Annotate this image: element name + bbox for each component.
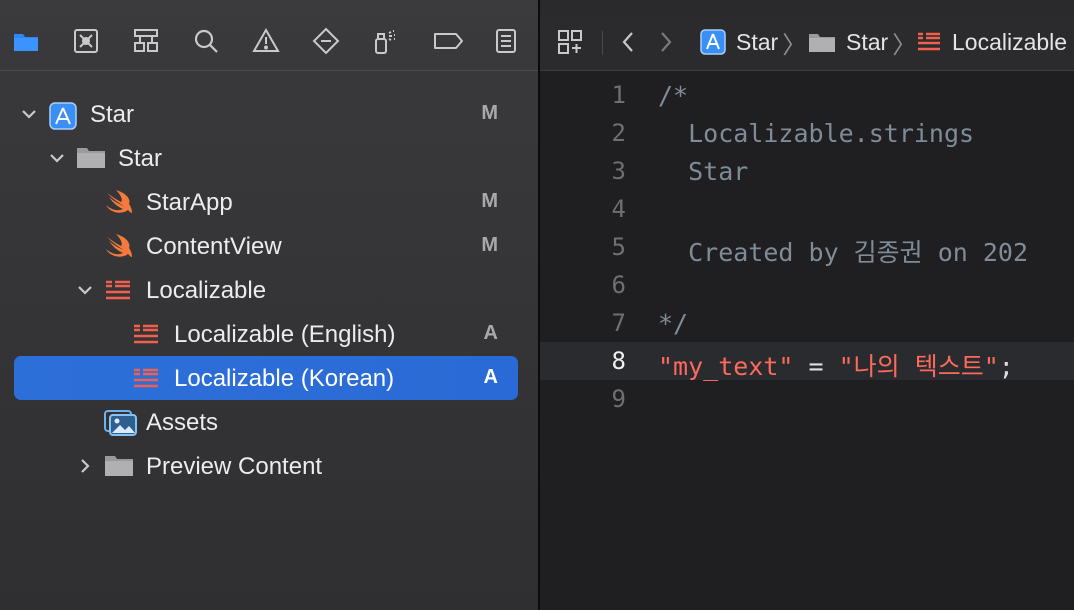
forward-chevron-icon[interactable]: [656, 28, 676, 56]
line-number: 4: [611, 195, 626, 223]
scm-status-badge: M: [481, 234, 498, 256]
tree-row-assets[interactable]: Assets: [14, 400, 518, 444]
tree-row-label: StarApp: [146, 189, 233, 216]
assign-operator: =: [793, 352, 839, 381]
line-number: 9: [611, 385, 626, 413]
line-number: 8: [611, 347, 626, 375]
semicolon: ;: [998, 352, 1014, 381]
issue-warning-icon[interactable]: [251, 26, 281, 56]
find-magnifier-icon[interactable]: [191, 26, 221, 56]
scm-status-badge: A: [483, 322, 498, 344]
tree-row-localizable[interactable]: Localizable: [14, 268, 518, 312]
xcode-project-icon: [700, 29, 726, 55]
chevron-down-icon[interactable]: [76, 281, 94, 299]
breadcrumb-chevron-icon: 〉: [782, 31, 807, 59]
code-line[interactable]: 1 /*: [540, 76, 1074, 114]
breadcrumb-file-label: Localizable: [952, 28, 1068, 55]
scm-status-badge: A: [483, 366, 498, 388]
tree-row-label: ContentView: [146, 233, 282, 260]
line-number: 7: [611, 309, 626, 337]
project-navigator-folder-icon[interactable]: [11, 26, 41, 56]
string-key: "my_text": [658, 352, 794, 381]
line-number: 1: [611, 81, 626, 109]
breadcrumb-chevron-icon: 〉: [892, 31, 917, 59]
tree-row-label: Localizable: [146, 277, 267, 304]
asset-catalog-icon: [104, 409, 137, 436]
tree-row-label: Star: [90, 101, 135, 128]
report-list-icon[interactable]: [491, 26, 521, 56]
line-number: 2: [611, 119, 626, 147]
tree-row-label: Localizable (Korean): [174, 365, 395, 392]
scm-status-badge: M: [481, 102, 498, 124]
tree-row-star[interactable]: Star: [14, 136, 518, 180]
tree-row-localizable-korean[interactable]: Localizable (Korean) A: [14, 356, 518, 400]
tree-row-star[interactable]: Star M: [14, 92, 518, 136]
code-comment: /*: [658, 81, 689, 110]
source-editor: Star 〉 Star 〉 Localizable 1 /* 2 Localizab…: [540, 0, 1074, 610]
back-chevron-icon[interactable]: [618, 28, 638, 56]
tree-row-starapp[interactable]: StarApp M: [14, 180, 518, 224]
swift-icon: [104, 189, 134, 215]
line-number: 6: [611, 271, 626, 299]
chevron-right-icon[interactable]: [76, 457, 94, 475]
tree-row-localizable-english[interactable]: Localizable (English) A: [14, 312, 518, 356]
chevron-down-icon[interactable]: [20, 105, 38, 123]
strings-file-icon: [104, 277, 134, 303]
code-line[interactable]: 4: [540, 190, 1074, 228]
code-comment: */: [658, 309, 689, 338]
folder-icon: [76, 145, 106, 171]
code-line[interactable]: 9: [540, 380, 1074, 418]
tree-row-label: Assets: [146, 409, 219, 436]
symbol-hierarchy-icon[interactable]: [131, 26, 161, 56]
navigator-top-strip: [0, 0, 538, 14]
tree-row-contentview[interactable]: ContentView M: [14, 224, 518, 268]
strings-file-icon: [918, 32, 940, 51]
folder-icon: [104, 453, 134, 479]
tree-row-label: Localizable (English): [174, 321, 396, 348]
code-line[interactable]: 6: [540, 266, 1074, 304]
breadcrumb-group-label: Star: [846, 28, 889, 55]
breadcrumb-project[interactable]: Star 〉: [700, 28, 806, 59]
chevron-down-icon[interactable]: [48, 149, 66, 167]
test-diamond-icon[interactable]: [311, 26, 341, 56]
breadcrumb-file[interactable]: Localizable: [916, 28, 1067, 56]
scm-status-badge: M: [481, 190, 498, 212]
code-line[interactable]: 5 Created by 김종권 on 202: [540, 228, 1074, 267]
debug-spray-icon[interactable]: [371, 26, 401, 56]
code-comment: Created by 김종권 on 202: [658, 238, 1029, 267]
code-line[interactable]: 8 "my_text" = "나의 텍스트";: [540, 342, 1074, 383]
tree-row-label: Preview Content: [146, 453, 323, 480]
code-line[interactable]: 2 Localizable.strings: [540, 114, 1074, 152]
navigator-tab-bar: [0, 14, 538, 71]
breakpoint-tag-icon[interactable]: [431, 26, 465, 56]
breadcrumb-group[interactable]: Star 〉: [808, 28, 916, 59]
strings-file-icon: [132, 321, 162, 347]
string-value: "나의 텍스트": [838, 352, 999, 381]
folder-icon: [809, 34, 835, 52]
code-comment: Star: [658, 157, 749, 186]
breadcrumb-project-label: Star: [736, 28, 779, 55]
code-comment: Localizable.strings: [658, 119, 975, 148]
project-navigator: Star M Star StarApp M ContentView M Localizable…: [0, 0, 538, 610]
line-number: 5: [611, 233, 626, 261]
code-line[interactable]: 7 */: [540, 304, 1074, 342]
tree-row-preview-content[interactable]: Preview Content: [14, 444, 518, 488]
tree-row-label: Star: [118, 145, 163, 172]
jumpbar-separator: [602, 31, 603, 55]
line-number: 3: [611, 157, 626, 185]
code-statement: "my_text" = "나의 텍스트";: [658, 347, 1014, 383]
strings-file-icon: [132, 365, 162, 391]
xcode-project-icon: [48, 101, 78, 130]
code-line[interactable]: 3 Star: [540, 152, 1074, 190]
related-items-grid-icon[interactable]: [556, 28, 584, 56]
editor-top-strip: [540, 0, 1074, 14]
swift-icon: [104, 233, 134, 259]
source-control-icon[interactable]: [71, 26, 101, 56]
jump-bar: Star 〉 Star 〉 Localizable: [540, 14, 1074, 71]
